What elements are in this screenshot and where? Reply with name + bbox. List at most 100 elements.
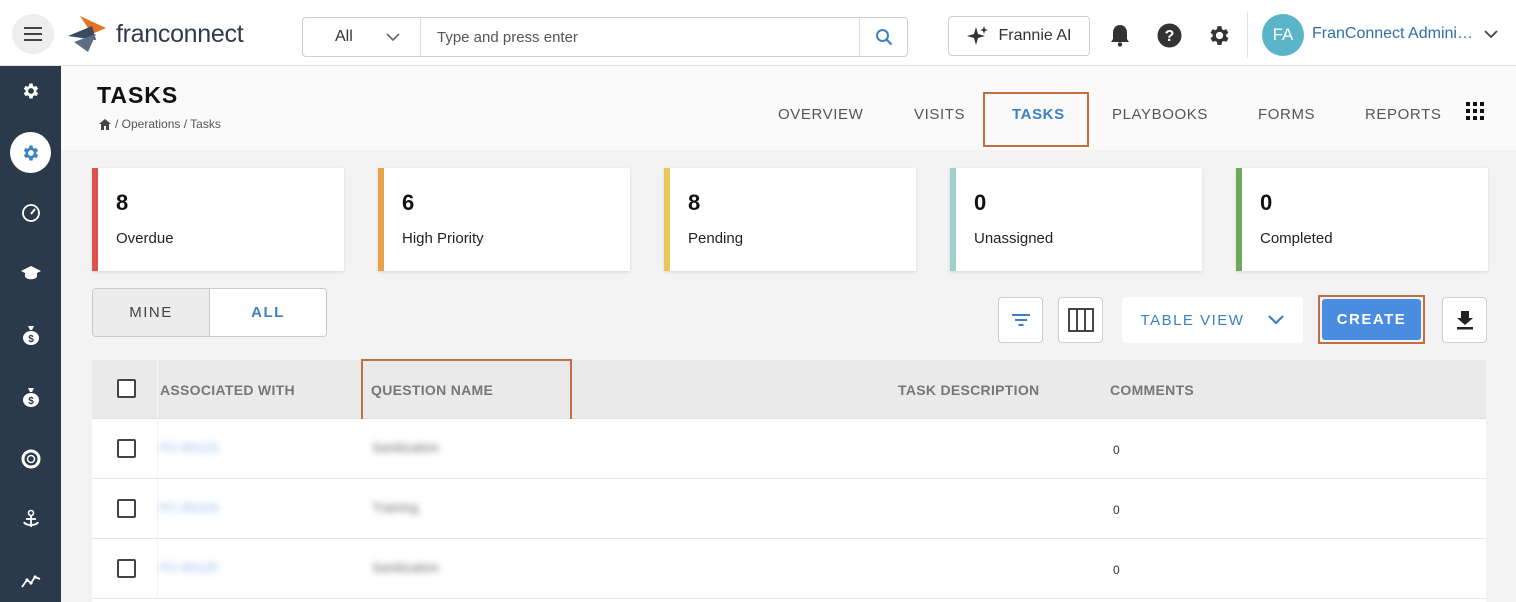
svg-text:$: $ (28, 396, 34, 407)
sidebar-analytics-line-icon[interactable] (10, 560, 51, 601)
table-header: ASSOCIATED WITH QUESTION NAME TASK DESCR… (92, 359, 1486, 421)
search-icon (875, 29, 892, 46)
filter-all-button[interactable]: ALL (210, 289, 326, 336)
search-button[interactable] (859, 18, 907, 56)
download-icon (1456, 311, 1473, 330)
apps-grid-icon[interactable] (1466, 102, 1484, 120)
column-associated-with[interactable]: ASSOCIATED WITH (160, 382, 295, 398)
table-row[interactable]: FC-00124 Training 0 (92, 479, 1486, 539)
filter-mine-button[interactable]: MINE (93, 289, 210, 336)
page-title: TASKS (97, 82, 179, 108)
stat-value: 8 (116, 190, 129, 215)
associated-with-link[interactable]: FC-00124 (160, 500, 232, 516)
sidebar-admin-gear-icon[interactable] (10, 70, 51, 111)
tab-visits[interactable]: VISITS (914, 106, 965, 123)
stat-value: 6 (402, 190, 415, 215)
select-all-checkbox[interactable] (117, 379, 136, 398)
stat-card-overdue[interactable]: 8 Overdue (92, 168, 344, 271)
chevron-down-icon (1268, 315, 1285, 325)
stat-label: Overdue (116, 230, 174, 247)
stat-label: Pending (688, 230, 744, 247)
sidebar-finance-bag-icon[interactable]: $ (10, 314, 51, 355)
table-view-select[interactable]: TABLE VIEW (1122, 297, 1303, 343)
mine-all-toggle: MINE ALL (92, 288, 327, 337)
search-scope-select[interactable]: All (303, 18, 421, 56)
associated-with-link[interactable]: FC-00123 (160, 440, 232, 456)
sidebar-anchor-icon[interactable] (10, 498, 51, 539)
top-header: franconnect All Frannie AI ? FA FranConn… (0, 0, 1516, 66)
notifications-bell-icon[interactable] (1107, 22, 1133, 48)
comments-count: 0 (1113, 443, 1120, 457)
user-menu-chevron-icon[interactable] (1484, 30, 1498, 39)
row-divider (157, 539, 158, 599)
menu-icon[interactable] (12, 14, 54, 54)
row-divider (157, 479, 158, 539)
search-scope-label: All (335, 28, 353, 45)
breadcrumb-path[interactable]: / Operations / Tasks (115, 117, 221, 131)
comments-count: 0 (1113, 563, 1120, 577)
filter-button[interactable] (998, 297, 1043, 343)
user-avatar[interactable]: FA (1262, 14, 1304, 56)
page-header: TASKS / Operations / Tasks OVERVIEW VISI… (61, 66, 1516, 150)
question-name-cell: Training (372, 500, 419, 515)
chevron-down-icon (386, 32, 400, 41)
create-highlight: CREATE (1318, 295, 1425, 344)
download-button[interactable] (1442, 297, 1487, 343)
stat-card-unassigned[interactable]: 0 Unassigned (950, 168, 1202, 271)
breadcrumb: / Operations / Tasks (99, 117, 221, 131)
tab-reports[interactable]: REPORTS (1365, 106, 1441, 123)
frannie-ai-button[interactable]: Frannie AI (948, 16, 1090, 56)
settings-gear-icon[interactable] (1206, 22, 1232, 48)
sidebar-royalty-bag-icon[interactable]: $ (10, 376, 51, 417)
stat-card-pending[interactable]: 8 Pending (664, 168, 916, 271)
filter-lines-icon (1011, 314, 1030, 326)
svg-text:?: ? (1164, 28, 1174, 45)
stat-value: 0 (1260, 190, 1273, 215)
left-sidebar: $ $ (0, 66, 61, 602)
franconnect-logo[interactable]: franconnect (66, 14, 244, 54)
columns-button[interactable] (1058, 297, 1103, 343)
frannie-ai-label: Frannie AI (998, 27, 1072, 44)
svg-text:$: $ (28, 334, 34, 345)
table-row[interactable]: FC-00123 Sanitization 0 (92, 419, 1486, 479)
header-separator (157, 360, 158, 419)
question-name-cell: Sanitization (372, 560, 440, 575)
stat-label: Unassigned (974, 230, 1054, 247)
sparkle-icon (966, 26, 988, 45)
home-icon[interactable] (99, 118, 111, 130)
row-checkbox[interactable] (117, 499, 136, 518)
help-icon[interactable]: ? (1156, 22, 1182, 48)
sidebar-support-lifebuoy-icon[interactable] (10, 438, 51, 479)
logo-text: franconnect (116, 19, 244, 48)
stat-value: 8 (688, 190, 701, 215)
comments-count: 0 (1113, 503, 1120, 517)
tab-forms[interactable]: FORMS (1258, 106, 1315, 123)
global-search: All (302, 17, 908, 57)
user-name[interactable]: FranConnect Administrator (1312, 25, 1480, 43)
question-name-cell: Sanitization (372, 440, 440, 455)
stat-card-high-priority[interactable]: 6 High Priority (378, 168, 630, 271)
table-view-label: TABLE VIEW (1140, 311, 1245, 329)
header-divider (1247, 12, 1248, 58)
stat-value: 0 (974, 190, 987, 215)
question-name-highlight (361, 359, 572, 421)
column-task-description[interactable]: TASK DESCRIPTION (898, 382, 1039, 398)
search-input[interactable] (421, 18, 859, 56)
stat-label: Completed (1260, 230, 1333, 247)
table-row[interactable]: FC-00125 Sanitization 0 (92, 539, 1486, 599)
row-checkbox[interactable] (117, 439, 136, 458)
tab-overview[interactable]: OVERVIEW (778, 106, 863, 123)
main-content: TASKS / Operations / Tasks OVERVIEW VISI… (61, 66, 1516, 602)
sidebar-operations-gear-icon[interactable] (10, 132, 51, 173)
stat-card-completed[interactable]: 0 Completed (1236, 168, 1488, 271)
create-button[interactable]: CREATE (1322, 299, 1421, 340)
stat-label: High Priority (402, 230, 484, 247)
tab-playbooks[interactable]: PLAYBOOKS (1112, 106, 1208, 123)
associated-with-link[interactable]: FC-00125 (160, 560, 232, 576)
sidebar-dashboard-gauge-icon[interactable] (10, 192, 51, 233)
sidebar-training-cap-icon[interactable] (10, 252, 51, 293)
row-checkbox[interactable] (117, 559, 136, 578)
logo-mark-icon (68, 16, 106, 52)
row-divider (157, 419, 158, 479)
column-comments[interactable]: COMMENTS (1110, 382, 1194, 398)
